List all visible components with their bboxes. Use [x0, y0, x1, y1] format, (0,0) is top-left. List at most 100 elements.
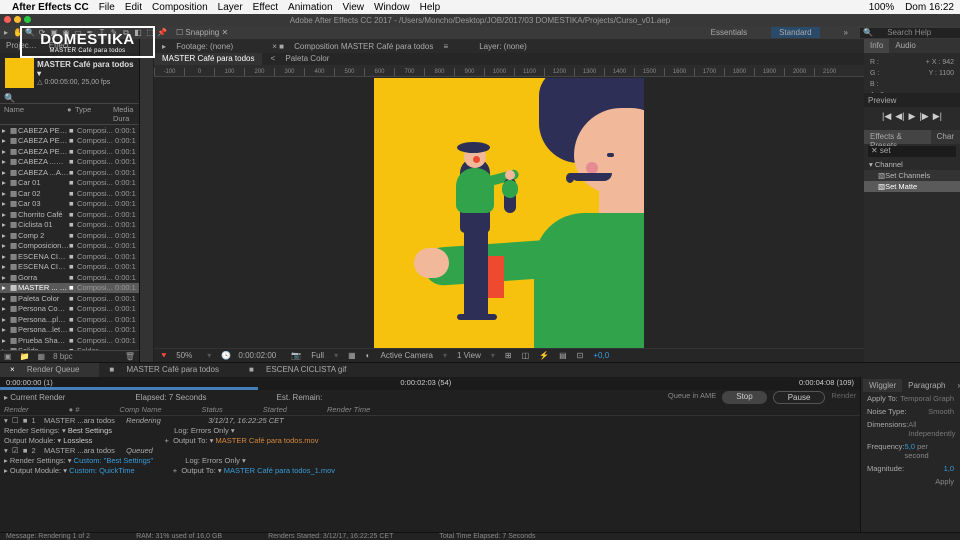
flowchart-icon[interactable]: ⊡ [577, 351, 584, 360]
project-item[interactable]: ▸▦Persona...leto V01 RIG 2■Composi...0:0… [0, 325, 139, 336]
wiggler-apply-button[interactable]: Apply [935, 477, 954, 486]
timeline-escena-tab[interactable]: ■ ESCENA CICLISTA gif [239, 363, 366, 377]
menu-layer[interactable]: Layer [218, 2, 243, 13]
fast-preview-icon[interactable]: ⚡ [539, 351, 549, 360]
project-item[interactable]: ▸▦ESCENA CICLISTA■Composi...0:00:1 [0, 251, 139, 262]
project-item[interactable]: ▸▦CABEZA PERSONAJE V01■Composi...0:00:1 [0, 146, 139, 157]
effects-presets-tab[interactable]: Effects & Presets [864, 130, 931, 144]
project-item[interactable]: ▸▦Car 03■Composi...0:00:1 [0, 199, 139, 210]
timeline-icon[interactable]: ▤ [559, 351, 567, 360]
project-item[interactable]: ▸▦MASTER ... para todos■Composi...0:00:1 [0, 283, 139, 294]
render-button[interactable]: Render [831, 391, 856, 404]
menu-animation[interactable]: Animation [288, 2, 332, 13]
project-item[interactable]: ▸▦Comp 2■Composi...0:00:1 [0, 230, 139, 241]
interpret-icon[interactable]: ▣ [4, 352, 12, 361]
effect-set-channels[interactable]: ▧ Set Channels [864, 170, 960, 181]
play-icon[interactable]: ▶ [909, 111, 916, 122]
audio-tab[interactable]: Audio [889, 39, 921, 53]
project-item[interactable]: ▸▦Persona Completo V01■Composi...0:00:1 [0, 304, 139, 315]
mask-icon[interactable]: ◐ [366, 351, 371, 360]
first-frame-icon[interactable]: |◀ [882, 111, 891, 122]
views-dropdown[interactable]: 1 View [457, 351, 481, 360]
menu-file[interactable]: File [99, 2, 115, 13]
grid-icon[interactable]: ▦ [348, 351, 356, 360]
paragraph-tab[interactable]: Paragraph [902, 379, 951, 392]
project-item[interactable]: ▸▦CABEZA PERSONAJE Bici■Composi...0:00:1 [0, 125, 139, 136]
col-name[interactable]: Name [4, 105, 67, 123]
pixel-ar-icon[interactable]: ◫ [522, 351, 530, 360]
subtab-paleta[interactable]: < Paleta Color [262, 53, 345, 65]
resolution-dropdown[interactable]: Full [311, 351, 324, 360]
wiggler-tab[interactable]: Wiggler [863, 379, 902, 392]
timecode-display[interactable]: 🕓 0:00:02:00 [221, 351, 281, 360]
project-item[interactable]: ▸▦Prueba Shape Layer■Composi...0:00:1 [0, 335, 139, 346]
rq-timecode-end: 0:00:04:08 (109) [799, 378, 854, 387]
comp-viewer-tab[interactable]: × ■ Composition MASTER Café para todos ≡ [264, 40, 456, 53]
minimize-icon[interactable] [14, 16, 21, 23]
stop-button[interactable]: Stop [722, 391, 766, 404]
render-item-1[interactable]: ▾ ☐ ■ 1 MASTER ...ara todos Rendering 3/… [0, 416, 860, 426]
project-item[interactable]: ▸▦CABEZA PERSONAJE Café■Composi...0:00:1 [0, 136, 139, 147]
project-item[interactable]: ▸▦Chorrito Café■Composi...0:00:1 [0, 209, 139, 220]
search-help-input[interactable]: 🔍 Search Help [860, 28, 960, 38]
exposure-value[interactable]: +0,0 [593, 351, 609, 360]
maximize-icon[interactable] [24, 16, 31, 23]
snapping-toggle[interactable]: ☐ Snapping ✕ [176, 28, 228, 37]
new-comp-icon[interactable]: ▦ [38, 352, 46, 361]
info-tab[interactable]: Info [864, 39, 889, 53]
workspace-essentials[interactable]: Essentials [711, 28, 747, 37]
camera-dropdown[interactable]: Active Camera [381, 351, 433, 360]
project-list[interactable]: ▸▦CABEZA PERSONAJE Bici■Composi...0:00:1… [0, 125, 139, 350]
character-tab[interactable]: Char [931, 130, 960, 144]
project-item[interactable]: ▸▦Car 01■Composi...0:00:1 [0, 178, 139, 189]
queue-in-ame-button[interactable]: Queue in AME [668, 391, 716, 404]
project-item[interactable]: ▸▦Car 02■Composi...0:00:1 [0, 188, 139, 199]
project-item[interactable]: ▸▦Composicion para Loop■Composi...0:00:1 [0, 241, 139, 252]
menu-view[interactable]: View [343, 2, 365, 13]
project-item[interactable]: ▸▦Ciclista 01■Composi...0:00:1 [0, 220, 139, 231]
timeline-master-tab[interactable]: ■ MASTER Café para todos [99, 363, 239, 377]
col-media[interactable]: Media Dura [113, 105, 135, 123]
zoom-dropdown[interactable]: 🔻 50% [159, 351, 197, 360]
footage-tab[interactable]: ▸ Footage: (none) [154, 40, 249, 53]
menu-window[interactable]: Window [374, 2, 410, 13]
comp-details: △ 0:00:05:00, 25,00 fps [37, 78, 137, 86]
puppet-tool-icon[interactable]: 📌 [156, 28, 168, 37]
preview-panel-header[interactable]: Preview [864, 93, 960, 107]
new-folder-icon[interactable]: 📁 [20, 352, 30, 361]
view-opt-icon[interactable]: ⊞ [505, 351, 512, 360]
snapshot-icon[interactable]: 📷 [291, 351, 301, 360]
project-search-icon[interactable]: 🔍 [4, 93, 15, 103]
menu-effect[interactable]: Effect [253, 2, 278, 13]
menu-help[interactable]: Help [420, 2, 441, 13]
selection-tool-icon[interactable]: ▸ [0, 28, 12, 37]
project-item[interactable]: ▸▦Persona...pleto V01 RIG■Composi...0:00… [0, 314, 139, 325]
last-frame-icon[interactable]: ▶| [933, 111, 942, 122]
render-queue-tab[interactable]: × Render Queue [0, 363, 99, 377]
workspace-standard[interactable]: Standard [771, 27, 819, 38]
next-frame-icon[interactable]: |▶ [919, 111, 928, 122]
close-icon[interactable] [4, 16, 11, 23]
comp-thumbnail[interactable] [5, 58, 34, 88]
bpc-toggle[interactable]: 8 bpc [53, 352, 73, 361]
menu-composition[interactable]: Composition [152, 2, 208, 13]
trash-icon[interactable]: 🗑 [125, 352, 135, 361]
effect-set-matte[interactable]: ▧ Set Matte [864, 181, 960, 192]
effects-group-channel[interactable]: ▾ Channel [864, 159, 960, 170]
menu-edit[interactable]: Edit [125, 2, 142, 13]
prev-frame-icon[interactable]: ◀| [895, 111, 904, 122]
project-item[interactable]: ▸▦Gorra■Composi...0:00:1 [0, 272, 139, 283]
render-item-2[interactable]: ▾ ☑ ■ 2 MASTER ...ara todos Queued [0, 446, 860, 456]
canvas[interactable] [154, 77, 864, 348]
project-item[interactable]: ▸▦CABEZA ...ONAJE V01B■Composi...0:00:1 [0, 157, 139, 168]
traffic-lights[interactable] [4, 16, 31, 23]
col-type[interactable]: Type [75, 105, 113, 123]
project-item[interactable]: ▸▦CABEZA ...AJE V01B RIG■Composi...0:00:… [0, 167, 139, 178]
layer-tab[interactable]: Layer: (none) [471, 40, 535, 53]
subtab-master[interactable]: MASTER Café para todos [154, 53, 262, 65]
effects-search-input[interactable]: ✕ set [868, 146, 956, 157]
project-item[interactable]: ▸▦Paleta Color■Composi...0:00:1 [0, 293, 139, 304]
app-name[interactable]: After Effects CC [12, 2, 89, 13]
project-item[interactable]: ▸▦ESCENA CICLISTA gif■Composi...0:00:1 [0, 262, 139, 273]
pause-button[interactable]: Pause [773, 391, 826, 404]
